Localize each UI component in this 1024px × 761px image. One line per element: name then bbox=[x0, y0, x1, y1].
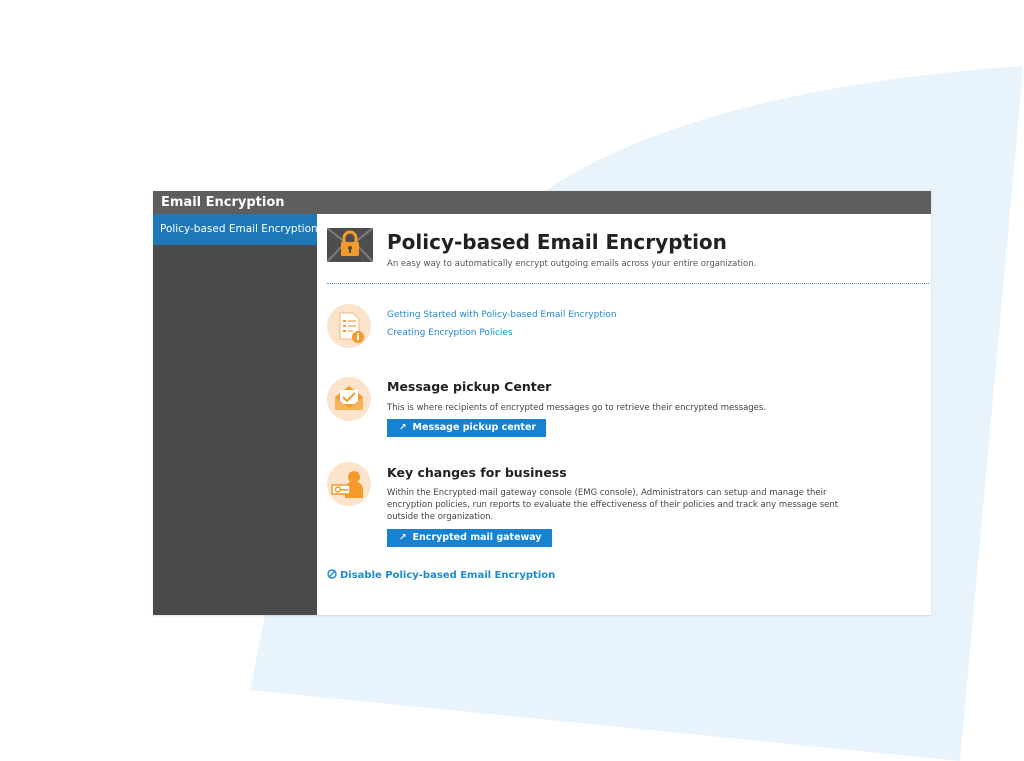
disable-link-label: Disable Policy-based Email Encryption bbox=[340, 570, 556, 581]
sidebar-item-policy-based-email-encryption[interactable]: Policy-based Email Encryption bbox=[153, 214, 317, 245]
lock-envelope-icon bbox=[327, 228, 373, 262]
message-pickup-center-button[interactable]: ↗ Message pickup center bbox=[387, 419, 547, 437]
window-title: Email Encryption bbox=[153, 191, 931, 214]
getting-started-link[interactable]: Getting Started with Policy-based Email … bbox=[387, 310, 617, 320]
section-divider bbox=[327, 283, 929, 284]
encrypted-mail-gateway-button[interactable]: ↗ Encrypted mail gateway bbox=[387, 529, 552, 547]
pickup-section-title: Message pickup Center bbox=[387, 379, 552, 394]
creating-policies-link[interactable]: Creating Encryption Policies bbox=[387, 328, 513, 338]
open-envelope-icon bbox=[327, 377, 371, 421]
page-title: Policy-based Email Encryption bbox=[387, 230, 727, 254]
business-section-title: Key changes for business bbox=[387, 465, 567, 480]
email-encryption-window: Email Encryption Policy-based Email Encr… bbox=[153, 191, 931, 615]
ban-icon bbox=[327, 569, 337, 579]
button-label: Message pickup center bbox=[412, 422, 537, 433]
document-info-icon bbox=[327, 304, 371, 348]
key-person-icon bbox=[327, 462, 371, 506]
external-link-icon: ↗ bbox=[399, 423, 407, 433]
business-section-text: Within the Encrypted mail gateway consol… bbox=[387, 488, 839, 522]
external-link-icon: ↗ bbox=[399, 533, 407, 543]
main-content: Policy-based Email Encryption An easy wa… bbox=[317, 214, 931, 615]
disable-encryption-link[interactable]: Disable Policy-based Email Encryption bbox=[327, 569, 555, 581]
sidebar: Policy-based Email Encryption bbox=[153, 214, 317, 615]
button-label: Encrypted mail gateway bbox=[412, 532, 542, 543]
pickup-section-text: This is where recipients of encrypted me… bbox=[387, 403, 767, 413]
window-body: Policy-based Email Encryption Policy-bas… bbox=[153, 214, 931, 615]
page-subtitle: An easy way to automatically encrypt out… bbox=[387, 259, 757, 269]
